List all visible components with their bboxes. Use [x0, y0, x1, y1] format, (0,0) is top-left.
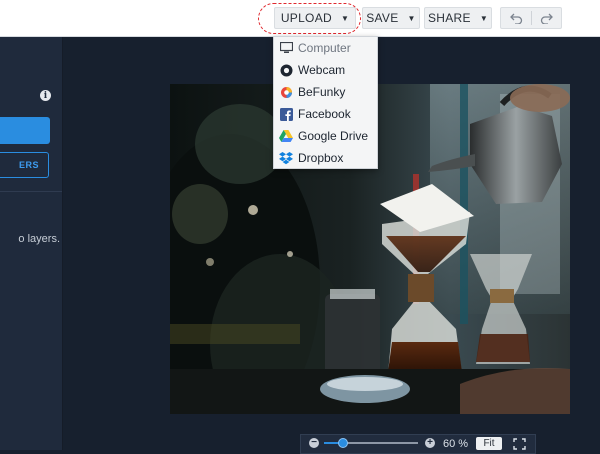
befunky-logo-icon: [279, 85, 293, 99]
menu-item-label: Webcam: [298, 63, 346, 77]
menu-item-google-drive[interactable]: Google Drive: [274, 125, 377, 147]
zoom-out-icon[interactable]: −: [309, 438, 319, 448]
zoom-bar: − + 60 % Fit: [300, 434, 536, 454]
primary-action-button[interactable]: [0, 117, 50, 144]
zoom-in-icon[interactable]: +: [425, 438, 435, 448]
layers-button[interactable]: ERS: [0, 152, 49, 178]
menu-item-facebook[interactable]: Facebook: [274, 103, 377, 125]
upload-button[interactable]: UPLOAD ▼: [274, 7, 356, 29]
layers-hint-text: o layers.: [18, 233, 60, 245]
fullscreen-icon[interactable]: [512, 437, 526, 450]
fit-button[interactable]: Fit: [476, 437, 502, 450]
menu-item-label: Computer: [298, 41, 351, 55]
google-drive-icon: [279, 129, 293, 143]
menu-item-label: Google Drive: [298, 129, 369, 143]
info-icon[interactable]: i: [40, 90, 51, 101]
menu-item-label: BeFunky: [298, 85, 346, 99]
upload-label: UPLOAD: [280, 11, 332, 25]
redo-icon[interactable]: [534, 11, 558, 25]
caret-down-icon: ▼: [479, 13, 489, 23]
divider: [0, 191, 62, 192]
fit-label: Fit: [483, 438, 495, 449]
menu-item-webcam[interactable]: Webcam: [274, 59, 377, 81]
menu-item-dropbox[interactable]: Dropbox: [274, 147, 377, 169]
top-toolbar: UPLOAD ▼ SAVE ▼ SHARE ▼: [0, 0, 600, 37]
upload-menu: Computer Webcam BeFunky Facebook Google …: [273, 36, 378, 169]
zoom-slider-thumb[interactable]: [337, 438, 348, 448]
undo-icon[interactable]: [504, 11, 528, 25]
monitor-icon: [279, 41, 293, 55]
menu-item-label: Facebook: [298, 107, 351, 121]
menu-item-befunky[interactable]: BeFunky: [274, 81, 377, 103]
dropbox-icon: [279, 151, 293, 165]
zoom-percent: 60 %: [443, 438, 469, 450]
share-label: SHARE: [427, 11, 471, 25]
webcam-icon: [279, 63, 293, 77]
facebook-icon: [279, 107, 293, 121]
menu-item-label: Dropbox: [298, 151, 344, 165]
caret-down-icon: ▼: [407, 13, 416, 23]
save-button[interactable]: SAVE ▼: [362, 7, 420, 29]
layers-button-label: ERS: [18, 160, 39, 170]
share-button[interactable]: SHARE ▼: [424, 7, 492, 29]
undo-redo-group: [500, 7, 562, 29]
save-label: SAVE: [366, 11, 399, 25]
divider: [531, 11, 532, 25]
zoom-slider-track[interactable]: [324, 438, 418, 448]
caret-down-icon: ▼: [340, 13, 350, 23]
left-panel: i ERS o layers.: [0, 37, 63, 450]
menu-item-computer[interactable]: Computer: [274, 37, 377, 59]
